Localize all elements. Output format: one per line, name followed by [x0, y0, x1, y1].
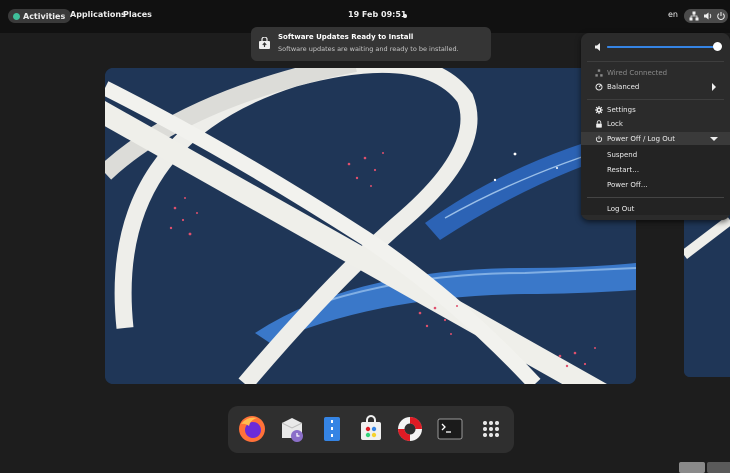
- menu-item-network[interactable]: Wired Connected: [581, 66, 730, 80]
- settings-label: Settings: [607, 106, 636, 114]
- places-menu[interactable]: Places: [123, 10, 152, 19]
- volume-icon: [704, 12, 712, 20]
- power-mode-label: Balanced: [607, 83, 640, 91]
- menu-item-lock[interactable]: Lock: [581, 117, 730, 131]
- power-profile-icon: [595, 83, 603, 91]
- menu-item-suspend[interactable]: Suspend: [581, 148, 730, 162]
- chevron-down-icon: [710, 137, 718, 141]
- activities-button[interactable]: Activities: [8, 9, 72, 23]
- language-indicator[interactable]: en: [668, 10, 678, 19]
- menu-separator: [587, 197, 724, 198]
- terminal-icon[interactable]: [435, 414, 465, 444]
- restart-label: Restart…: [607, 166, 640, 174]
- files-icon[interactable]: [317, 414, 347, 444]
- dash: [228, 406, 514, 453]
- next-workspace-thumbnail[interactable]: [684, 215, 730, 377]
- applications-menu[interactable]: Applications: [70, 10, 126, 19]
- power-icon: [717, 12, 725, 20]
- notification-indicator-icon: [403, 14, 407, 18]
- wallpaper-image: [105, 68, 636, 384]
- lock-label: Lock: [607, 120, 623, 128]
- network-icon: [689, 11, 699, 21]
- workspace-thumbnail[interactable]: [105, 68, 636, 384]
- menu-item-restart[interactable]: Restart…: [581, 163, 730, 177]
- chevron-right-icon: [712, 83, 716, 91]
- menu-item-log-out[interactable]: Log Out: [581, 202, 730, 216]
- notification-title: Software Updates Ready to Install: [278, 33, 414, 41]
- activities-icon: [13, 12, 20, 20]
- menu-separator: [587, 61, 724, 62]
- menu-item-power-mode[interactable]: Balanced: [581, 80, 730, 94]
- speaker-icon: [595, 43, 600, 51]
- volume-slider-handle[interactable]: [712, 42, 722, 51]
- network-label: Wired Connected: [607, 69, 668, 77]
- gear-icon: [595, 106, 603, 114]
- system-status-button[interactable]: [684, 9, 728, 23]
- workspace-indicator-2[interactable]: [707, 462, 730, 473]
- wallpaper-image: [684, 215, 730, 377]
- menu-item-power-off-log-out[interactable]: Power Off / Log Out: [581, 132, 730, 146]
- volume-slider-fill: [607, 46, 717, 48]
- menu-item-settings[interactable]: Settings: [581, 103, 730, 117]
- suspend-label: Suspend: [607, 151, 638, 159]
- menu-separator: [587, 99, 724, 100]
- log-out-label: Log Out: [607, 205, 635, 213]
- app-grid-icon[interactable]: [476, 414, 506, 444]
- software-update-icon: [259, 37, 270, 49]
- power-label: Power Off / Log Out: [607, 135, 675, 143]
- update-notification[interactable]: Software Updates Ready to Install Softwa…: [251, 27, 491, 61]
- network-icon: [595, 69, 603, 77]
- menu-item-power-off[interactable]: Power Off…: [581, 178, 730, 192]
- lifebuoy-icon[interactable]: [395, 414, 425, 444]
- workspace-indicator-1[interactable]: [679, 462, 705, 473]
- software-store-icon[interactable]: [356, 414, 386, 444]
- power-icon: [595, 135, 603, 143]
- activities-label: Activities: [23, 11, 66, 21]
- notification-body: Software updates are waiting and ready t…: [278, 45, 459, 53]
- lock-icon: [596, 120, 602, 128]
- firefox-icon[interactable]: [237, 414, 267, 444]
- power-off-label: Power Off…: [607, 181, 648, 189]
- system-menu: Wired Connected Balanced Settings Lock P…: [581, 33, 730, 220]
- clock[interactable]: 19 Feb 09:51: [348, 10, 406, 19]
- update-clock-icon[interactable]: [277, 414, 307, 444]
